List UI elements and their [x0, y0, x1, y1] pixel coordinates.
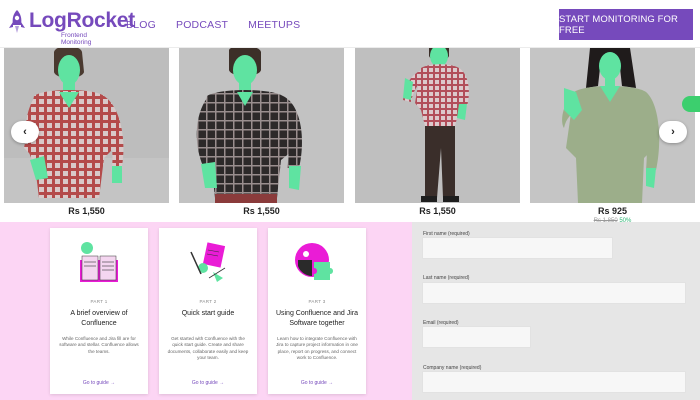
- product-image[interactable]: [355, 48, 520, 203]
- card-title: Quick start guide: [181, 310, 235, 317]
- product-price: Rs 1,550: [243, 206, 280, 216]
- top-header: LogRocket Frontend Monitoring BLOG PODCA…: [0, 0, 700, 48]
- product-card[interactable]: Rs 1,550: [179, 48, 344, 222]
- start-monitoring-button[interactable]: START MONITORING FOR FREE: [559, 9, 693, 40]
- side-tab-button[interactable]: [682, 96, 700, 112]
- nav-podcast[interactable]: PODCAST: [176, 19, 228, 31]
- company-name-input[interactable]: [422, 371, 686, 393]
- open-book-icon: [80, 242, 118, 282]
- product-image[interactable]: [179, 48, 344, 203]
- last-name-input[interactable]: [422, 282, 686, 304]
- card-description: Learn how to integrate Confluence with J…: [276, 336, 358, 361]
- logo-subtitle: Frontend Monitoring: [61, 32, 92, 46]
- card-description: Get started with Confluence with the qui…: [167, 336, 249, 361]
- guide-card[interactable]: PART 2 Quick start guide Get started wit…: [159, 228, 257, 394]
- rocket-logo-icon: [9, 10, 25, 33]
- card-title: A brief overview of Confluence: [70, 310, 128, 327]
- chevron-left-icon: ‹: [23, 126, 27, 138]
- model-full-body-red-shirt-image: [355, 48, 520, 203]
- guide-card[interactable]: PART 3 Using Confluence and Jira Softwar…: [268, 228, 366, 394]
- product-price: Rs 925: [597, 206, 628, 216]
- card-description: While Confluence and Jira fill are for s…: [59, 336, 139, 354]
- nav-meetups[interactable]: MEETUPS: [248, 19, 300, 31]
- card-part-label: PART 3: [308, 299, 326, 304]
- card-title: Using Confluence and Jira Software toget…: [275, 310, 359, 327]
- main-nav: BLOG PODCAST MEETUPS: [126, 19, 320, 31]
- go-to-guide-link[interactable]: Go to guide →: [159, 380, 257, 386]
- go-to-guide-link[interactable]: Go to guide →: [50, 380, 148, 386]
- chevron-right-icon: ›: [671, 126, 675, 138]
- product-carousel: Rs 1,550 Rs 1,550 Rs 1,550 Rs 925 Rs 1,8…: [0, 48, 700, 224]
- logo-text: LogRocket: [29, 9, 135, 32]
- carousel-next-button[interactable]: ›: [659, 121, 687, 143]
- product-card[interactable]: Rs 1,550: [355, 48, 520, 222]
- product-price: Rs 1,550: [68, 206, 105, 216]
- quick-start-icon: [190, 242, 226, 282]
- logrocket-logo[interactable]: LogRocket Frontend Monitoring: [6, 6, 135, 46]
- carousel-prev-button[interactable]: ‹: [11, 121, 39, 143]
- first-name-input[interactable]: [422, 237, 613, 259]
- last-name-label: Last name (required): [423, 275, 470, 281]
- puzzle-pieces-icon: [295, 243, 333, 280]
- guide-section: PART 1 A brief overview of Confluence Wh…: [0, 222, 412, 400]
- guide-card[interactable]: PART 1 A brief overview of Confluence Wh…: [50, 228, 148, 394]
- model-black-check-shirt-image: [179, 48, 344, 203]
- card-part-label: PART 2: [199, 299, 217, 304]
- go-to-guide-link[interactable]: Go to guide →: [268, 380, 366, 386]
- nav-blog[interactable]: BLOG: [126, 19, 156, 31]
- card-part-label: PART 1: [90, 299, 108, 304]
- email-input[interactable]: [422, 326, 531, 348]
- product-price: Rs 1,550: [419, 206, 456, 216]
